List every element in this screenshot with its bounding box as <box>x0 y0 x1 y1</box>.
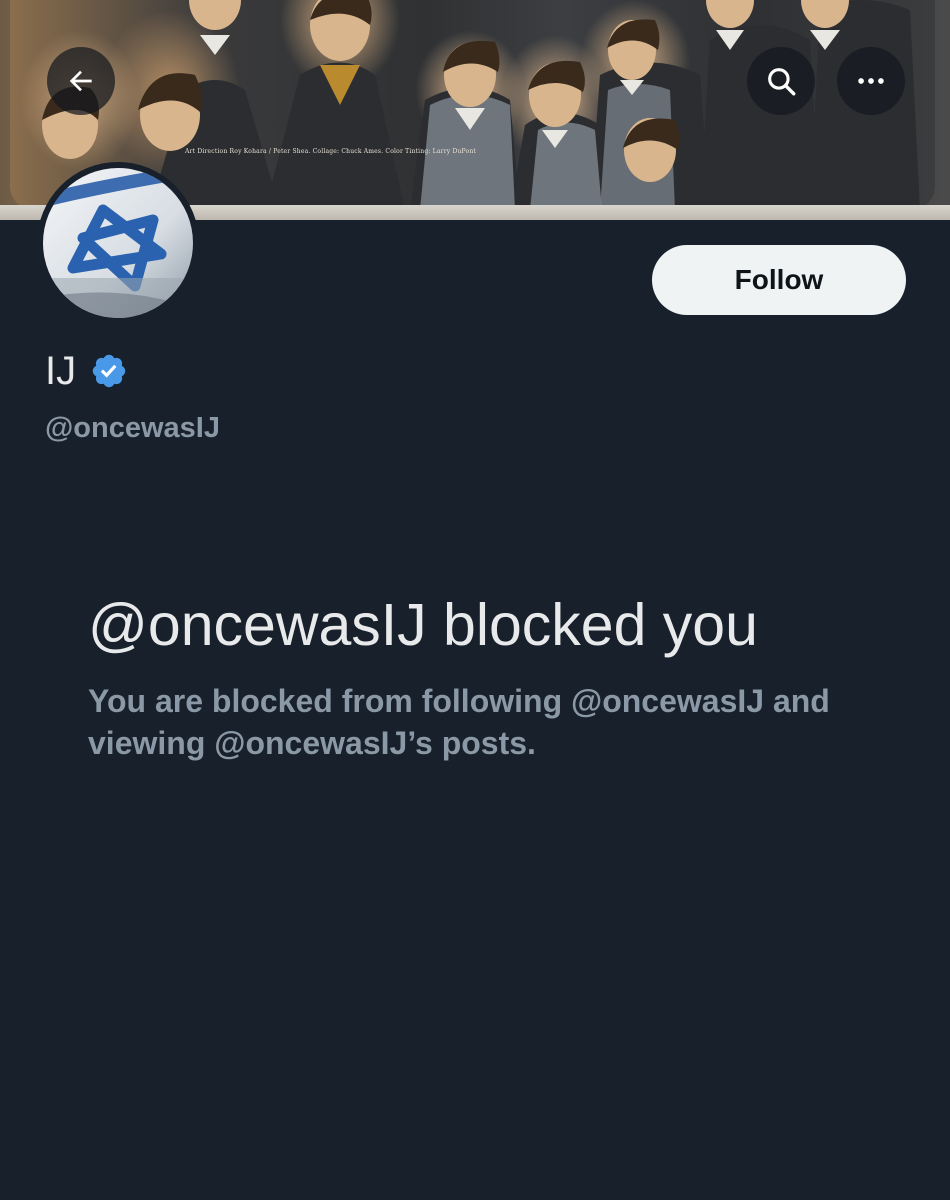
search-icon <box>768 68 796 96</box>
blocked-message: You are blocked from following @oncewasI… <box>88 683 830 761</box>
blocked-title: @oncewasIJ blocked you <box>88 592 758 658</box>
back-button[interactable] <box>47 47 115 115</box>
more-horizontal-icon <box>858 78 884 84</box>
flag-avatar-icon <box>43 168 193 318</box>
follow-button[interactable]: Follow <box>652 245 906 315</box>
display-name: IJ <box>45 349 77 393</box>
arrow-left-icon <box>69 70 92 92</box>
profile-handle: @oncewasIJ <box>45 412 220 444</box>
profile-page: Art Direction Roy Kohara / Peter Shea. C… <box>0 0 950 1200</box>
display-name-row: IJ <box>45 345 128 397</box>
verified-badge-icon[interactable] <box>90 352 128 390</box>
search-button[interactable] <box>747 47 815 115</box>
more-button[interactable] <box>837 47 905 115</box>
avatar[interactable] <box>37 162 199 324</box>
avatar-image <box>43 168 193 318</box>
banner-caption: Art Direction Roy Kohara / Peter Shea. C… <box>185 148 477 155</box>
